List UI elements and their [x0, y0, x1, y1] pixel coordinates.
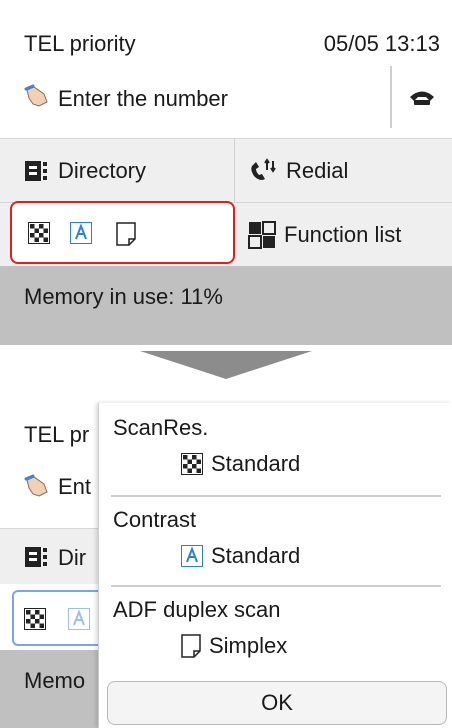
divider	[390, 66, 392, 128]
contrast-setting[interactable]: Contrast Standard	[99, 495, 445, 585]
memory-in-use-label: Memory in use: 11%	[24, 284, 223, 309]
pointing-hand-icon	[24, 474, 48, 497]
setting-value-text: Simplex	[209, 633, 288, 658]
directory-button[interactable]: Directory	[0, 139, 235, 203]
status-bar: TEL priority 05/05 13:13	[0, 0, 452, 66]
memory-in-use-label: Memo	[24, 668, 86, 693]
receive-mode-label: TEL priority	[24, 31, 136, 56]
setting-value: Standard	[181, 543, 300, 569]
scan-resolution-setting[interactable]: ScanRes. Standard	[99, 403, 445, 495]
send-settings-button	[12, 590, 108, 646]
setting-value-text: Standard	[211, 543, 301, 568]
button-row-1: Directory Redial	[0, 138, 452, 203]
fax-standby-screen: TEL priority 05/05 13:13 Enter the numbe…	[0, 0, 452, 345]
adf-duplex-scan-setting[interactable]: ADF duplex scan Simplex	[99, 585, 445, 673]
enter-number-label: Enter the number	[58, 86, 228, 111]
pointing-hand-icon	[24, 84, 48, 107]
phone-hook-icon[interactable]	[408, 88, 436, 106]
scan-resolution-icon	[28, 222, 50, 244]
enter-number-label: Ent	[58, 474, 92, 499]
redial-button[interactable]: Redial	[236, 139, 452, 203]
setting-title: ScanRes.	[113, 415, 209, 440]
send-settings-screen: TEL pr Ent Dir Memo ScanRes. Standard Co…	[0, 390, 452, 728]
date-time: 05/05 13:13	[323, 31, 440, 56]
down-arrow-icon	[140, 351, 312, 379]
receive-mode-label: TEL pr	[24, 422, 90, 447]
directory-label: Directory	[58, 158, 147, 183]
redial-phone-icon	[251, 158, 276, 180]
scan-resolution-icon	[24, 608, 46, 630]
directory-book-icon	[25, 547, 47, 567]
function-list-icon	[248, 221, 276, 249]
directory-label: Dir	[58, 545, 87, 570]
ok-button[interactable]: OK	[107, 681, 447, 725]
simplex-page-icon	[116, 222, 136, 246]
function-list-label: Function list	[284, 222, 402, 247]
send-settings-button[interactable]	[10, 201, 235, 264]
memory-status-bar: Memory in use: 11%	[0, 266, 452, 345]
setting-title: ADF duplex scan	[113, 597, 281, 622]
setting-value: Standard	[181, 451, 300, 477]
redial-label: Redial	[286, 158, 349, 183]
contrast-icon	[181, 545, 203, 567]
scan-resolution-icon	[181, 453, 203, 475]
setting-value: Simplex	[181, 633, 287, 659]
send-settings-popup: ScanRes. Standard Contrast Standard ADF …	[98, 403, 452, 728]
function-list-button[interactable]: Function list	[236, 203, 452, 267]
contrast-icon	[70, 222, 92, 244]
setting-title: Contrast	[113, 507, 197, 532]
simplex-page-icon	[181, 634, 201, 658]
contrast-icon	[68, 608, 90, 630]
enter-number-row[interactable]: Enter the number	[0, 66, 452, 128]
directory-book-icon	[25, 161, 47, 181]
fax-screen: TEL priority 05/05 13:13 Enter the numbe…	[0, 0, 452, 728]
setting-value-text: Standard	[211, 451, 301, 476]
